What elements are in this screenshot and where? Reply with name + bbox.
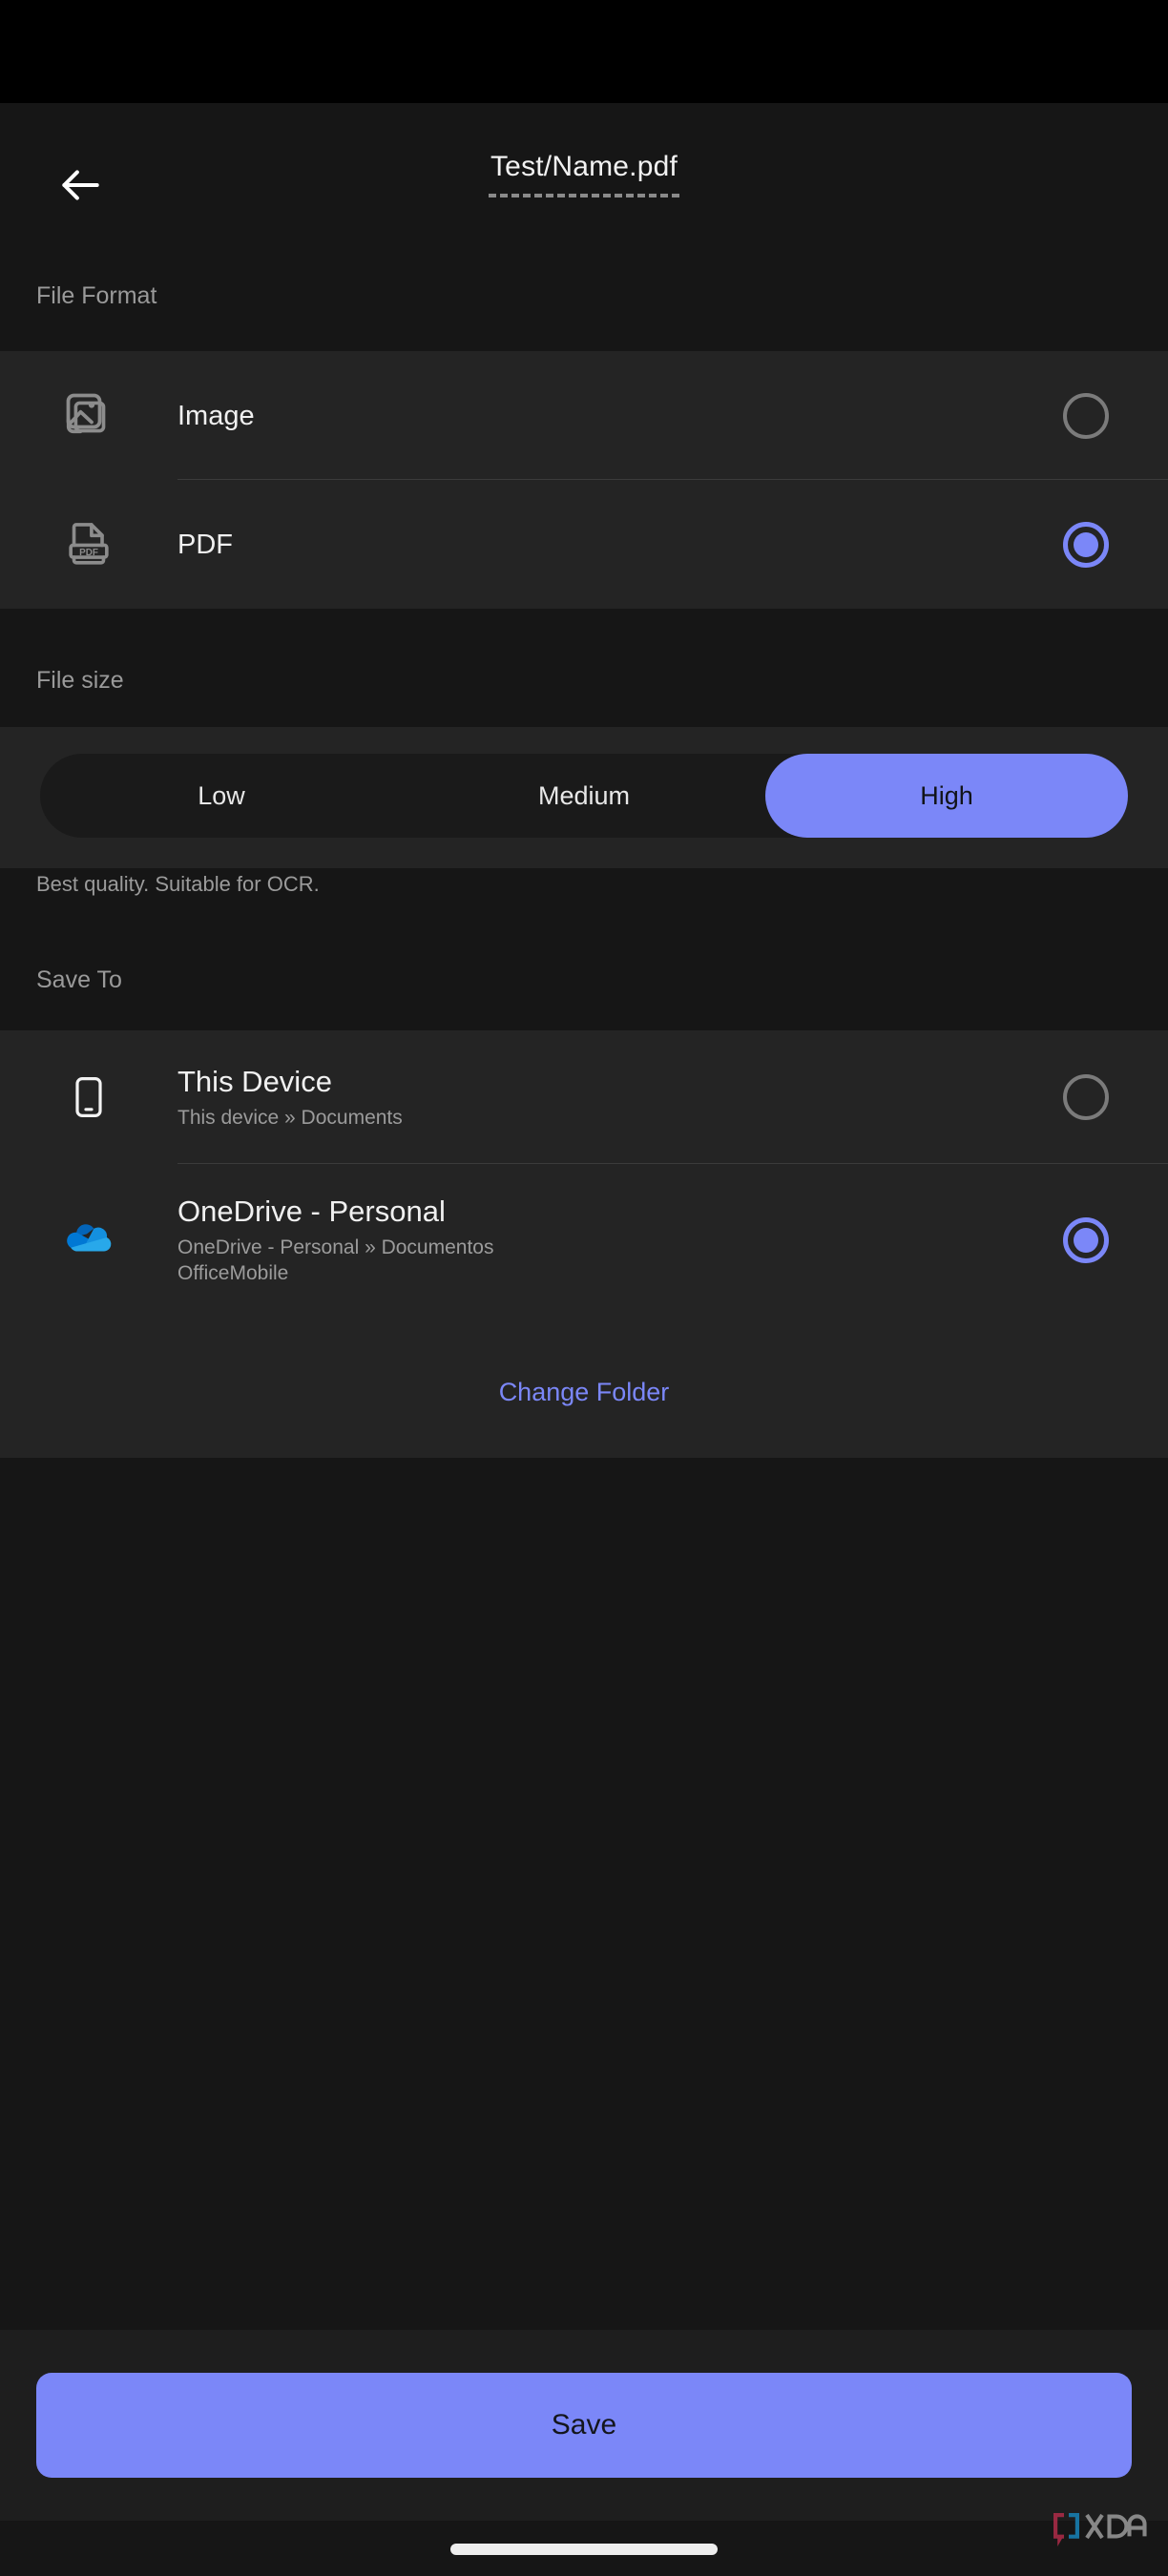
navigation-bar: [0, 2521, 1168, 2576]
document-title: Test/Name.pdf: [490, 151, 678, 182]
file-format-option-pdf[interactable]: PDF PDF: [0, 480, 1168, 609]
pdf-icon: PDF: [0, 480, 177, 609]
save-to-option-path-line2: OfficeMobile: [177, 1262, 289, 1284]
app-screen: Test/Name.pdf File Format Image PDF PDF …: [0, 0, 1168, 2576]
file-format-option-text: PDF: [177, 528, 1168, 562]
radio-onedrive[interactable]: [1063, 1217, 1109, 1263]
app-bar: Test/Name.pdf: [0, 103, 1168, 263]
status-bar: [0, 0, 1168, 103]
change-folder-button[interactable]: Change Folder: [0, 1376, 1168, 1408]
save-to-option-path: This device » Documents: [177, 1106, 403, 1129]
svg-text:PDF: PDF: [79, 547, 98, 557]
segment-high[interactable]: High: [765, 754, 1128, 838]
file-format-card: Image PDF PDF: [0, 351, 1168, 609]
title-dashed-underline: [489, 194, 679, 197]
radio-pdf[interactable]: [1063, 521, 1109, 568]
file-format-option-text: Image: [177, 399, 1168, 433]
file-size-hint: Best quality. Suitable for OCR.: [36, 872, 320, 896]
section-header-file-size: File size: [36, 667, 124, 694]
save-button[interactable]: Save: [36, 2373, 1132, 2478]
save-to-option-path: OneDrive - Personal » Documentos: [177, 1236, 494, 1258]
save-to-option-title: This Device: [177, 1064, 332, 1098]
gesture-handle[interactable]: [450, 2544, 718, 2555]
title-block[interactable]: Test/Name.pdf: [0, 149, 1168, 197]
save-to-option-this-device[interactable]: This Device This device » Documents: [0, 1030, 1168, 1164]
save-to-option-text: This Device This device » Documents: [177, 1065, 1168, 1131]
section-header-save-to: Save To: [36, 966, 122, 993]
phone-icon: [0, 1030, 177, 1164]
segment-medium[interactable]: Medium: [403, 754, 765, 838]
onedrive-icon: [0, 1164, 177, 1317]
section-header-file-format: File Format: [36, 282, 157, 309]
save-to-option-text: OneDrive - Personal OneDrive - Personal …: [177, 1195, 1168, 1286]
save-to-option-onedrive[interactable]: OneDrive - Personal OneDrive - Personal …: [0, 1164, 1168, 1317]
radio-image[interactable]: [1063, 392, 1109, 439]
file-size-segmented-control[interactable]: Low Medium High: [40, 754, 1128, 838]
segment-low[interactable]: Low: [40, 754, 403, 838]
save-to-option-title: OneDrive - Personal: [177, 1195, 446, 1228]
file-format-option-image[interactable]: Image: [0, 351, 1168, 480]
file-format-option-label: PDF: [177, 529, 233, 560]
file-format-option-label: Image: [177, 400, 255, 431]
xda-watermark: [1048, 2507, 1151, 2549]
image-icon: [0, 351, 177, 480]
radio-this-device[interactable]: [1063, 1074, 1109, 1120]
save-to-card: This Device This device » Documents OneD…: [0, 1030, 1168, 1458]
